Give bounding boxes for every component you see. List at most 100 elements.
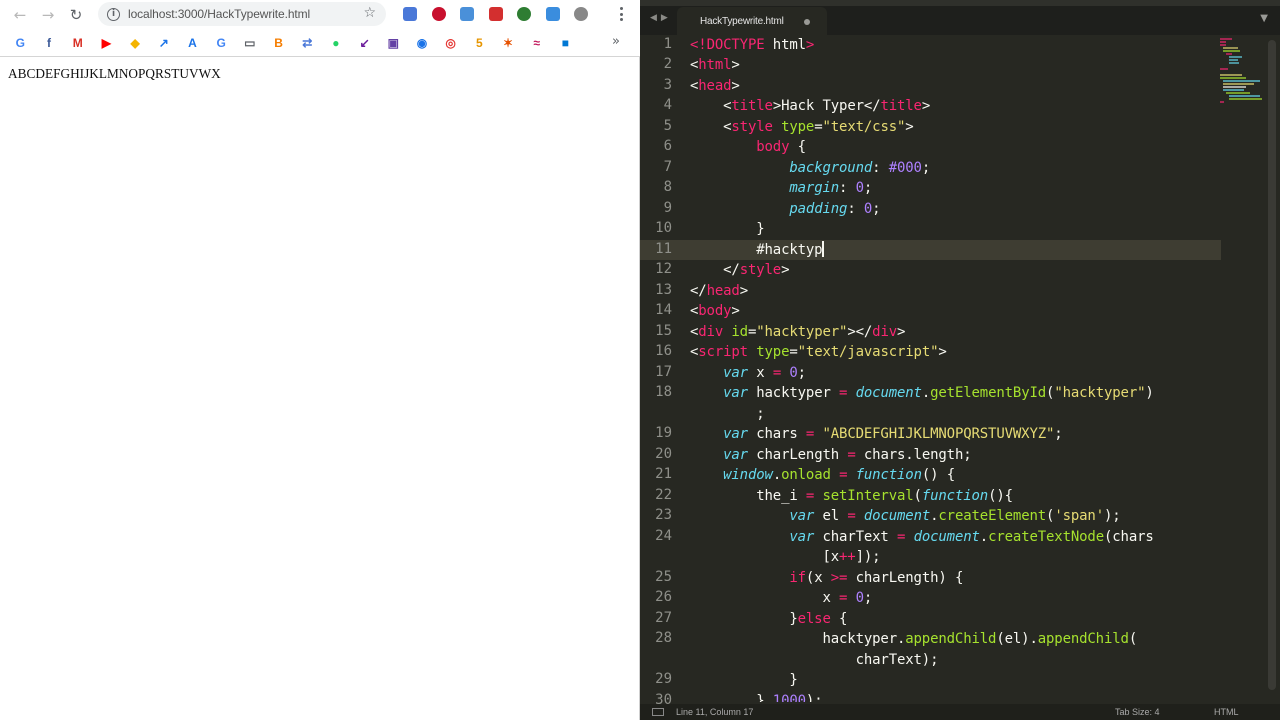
iq-ext-icon[interactable] [539, 5, 568, 23]
line-number: 9 [663, 200, 672, 216]
bookmark-13-icon[interactable]: ▣ [379, 33, 408, 53]
adblock-ext-icon[interactable] [425, 5, 454, 23]
bookmarks-overflow-icon[interactable]: » [612, 34, 620, 49]
vertical-scrollbar[interactable] [1268, 40, 1276, 690]
code-line: body { [756, 139, 806, 155]
line-number: 10 [655, 220, 672, 236]
line-number: 28 [655, 630, 672, 646]
pdf-ext-icon[interactable] [482, 5, 511, 23]
code-line: </style> [690, 262, 790, 278]
code-line: hacktyper.appendChild(el).appendChild( [690, 631, 1138, 647]
line-number: 11 [655, 241, 672, 257]
bookmark-1-icon[interactable]: f [35, 33, 64, 53]
bookmark-0-icon[interactable]: G [6, 33, 35, 53]
code-line: <style type="text/css"> [690, 119, 914, 135]
code-line: <div id="hacktyper"></div> [690, 324, 906, 340]
bookmark-3-icon[interactable]: ▶ [92, 33, 121, 53]
bookmark-10-icon[interactable]: ⇄ [293, 33, 322, 53]
line-number: 7 [663, 159, 672, 175]
panel-toggle-icon[interactable] [652, 708, 664, 716]
syntax-selector[interactable]: HTML [1214, 707, 1239, 717]
browser-menu-icon[interactable] [614, 4, 628, 24]
line-number: 19 [655, 425, 672, 441]
address-bar[interactable]: i localhost:3000/HackTypewrite.html ☆ [98, 2, 386, 26]
code-line: [x++]); [690, 549, 881, 565]
bookmark-16-icon[interactable]: 5 [465, 33, 494, 53]
line-number: 20 [655, 446, 672, 462]
code-line: var el = document.createElement('span'); [789, 508, 1121, 524]
bookmark-9-icon[interactable]: B [264, 33, 293, 53]
code-line: },1000); [690, 693, 823, 702]
code-line: ; [690, 406, 765, 422]
bookmarks-bar: Gf M ▶ ◆ ↗ A G ▭ B ⇄ ● ↙ ▣ ◉ ◎ 5 ✶ ≈ ■ [0, 29, 640, 57]
code-line: <head> [690, 78, 740, 94]
code-line: var charText = document.createTextNode(c… [789, 529, 1154, 545]
browser-window: ← → ↻ i localhost:3000/HackTypewrite.htm… [0, 0, 640, 720]
line-number: 23 [655, 507, 672, 523]
code-line: if(x >= charLength) { [789, 570, 964, 586]
code-line: var chars = "ABCDEFGHIJKLMNOPQRSTUVWXYZ"… [723, 426, 1063, 442]
code-line-active: #hacktyp [690, 241, 824, 258]
browser-toolbar: ← → ↻ i localhost:3000/HackTypewrite.htm… [0, 0, 640, 29]
line-number: 5 [663, 118, 672, 134]
line-number: 8 [663, 179, 672, 195]
line-number: 21 [655, 466, 672, 482]
code-line: background: #000; [789, 160, 931, 176]
bookmark-6-icon[interactable]: A [178, 33, 207, 53]
tab-hacktypewrite[interactable]: HackTypewrite.html [677, 7, 827, 35]
code-line: window.onload = function() { [723, 467, 955, 483]
code-line: } [690, 221, 765, 237]
line-number: 3 [663, 77, 672, 93]
text-cursor [822, 241, 824, 257]
code-line: padding: 0; [789, 201, 881, 217]
avatar-ext-icon[interactable] [567, 5, 596, 23]
reload-button[interactable]: ↻ [62, 1, 90, 29]
unsaved-dot-icon[interactable] [804, 19, 810, 25]
cursor-position: Line 11, Column 17 [676, 707, 754, 717]
info-icon[interactable]: i [107, 7, 120, 21]
minimap[interactable] [1216, 36, 1268, 106]
code-line: charText); [690, 652, 939, 668]
tab-scroll-arrows-icon[interactable]: ◀▶ [650, 13, 672, 23]
bookmark-ext-icon[interactable] [453, 5, 482, 23]
code-editor: ◀▶ HackTypewrite.html ▼ 1 2 3 4 5 6 7 8 9 10 11 12 1… [640, 0, 1280, 720]
code-line: the_i = setInterval(function(){ [690, 488, 1013, 504]
hacktyper-output: ABCDEFGHIJKLMNOPQRSTUVWX [8, 66, 221, 81]
bookmark-7-icon[interactable]: G [207, 33, 236, 53]
bookmark-14-icon[interactable]: ◉ [408, 33, 437, 53]
code-line: margin: 0; [789, 180, 873, 196]
bookmark-12-icon[interactable]: ↙ [350, 33, 379, 53]
code-line: <script type="text/javascript"> [690, 344, 947, 360]
tab-dropdown-icon[interactable]: ▼ [1260, 13, 1268, 24]
back-button[interactable]: ← [6, 1, 34, 29]
code-line: <body> [690, 303, 740, 319]
line-number: 22 [655, 487, 672, 503]
globe-ext-icon[interactable] [510, 5, 539, 23]
bookmark-2-icon[interactable]: M [63, 33, 92, 53]
code-line: </head> [690, 283, 748, 299]
bookmark-5-icon[interactable]: ↗ [149, 33, 178, 53]
line-number: 4 [663, 97, 672, 113]
tab-size-selector[interactable]: Tab Size: 4 [1115, 707, 1160, 717]
bookmark-4-icon[interactable]: ◆ [121, 33, 150, 53]
bookmark-15-icon[interactable]: ◎ [436, 33, 465, 53]
bookmark-18-icon[interactable]: ≈ [522, 33, 551, 53]
forward-button[interactable]: → [34, 1, 62, 29]
bookmark-11-icon[interactable]: ● [322, 33, 351, 53]
status-bar: Line 11, Column 17 Tab Size: 4 HTML [640, 704, 1280, 720]
line-number: 14 [655, 302, 672, 318]
line-number: 1 [663, 36, 672, 52]
bookmark-17-icon[interactable]: ✶ [494, 33, 523, 53]
tab-label: HackTypewrite.html [700, 15, 784, 27]
line-number: 17 [655, 364, 672, 380]
star-icon[interactable]: ☆ [363, 5, 376, 21]
code-area[interactable]: <!DOCTYPE html> <html> <head> <title>Hac… [690, 35, 1220, 702]
bookmark-19-icon[interactable]: ■ [551, 33, 580, 53]
url-text[interactable]: localhost:3000/HackTypewrite.html [128, 7, 310, 21]
line-number: 16 [655, 343, 672, 359]
code-line: var hacktyper = document.getElementById(… [723, 385, 1154, 401]
tab-bar: ◀▶ HackTypewrite.html ▼ [640, 0, 1280, 35]
line-number: 15 [655, 323, 672, 339]
translate-ext-icon[interactable] [396, 5, 425, 23]
bookmark-8-icon[interactable]: ▭ [236, 33, 265, 53]
